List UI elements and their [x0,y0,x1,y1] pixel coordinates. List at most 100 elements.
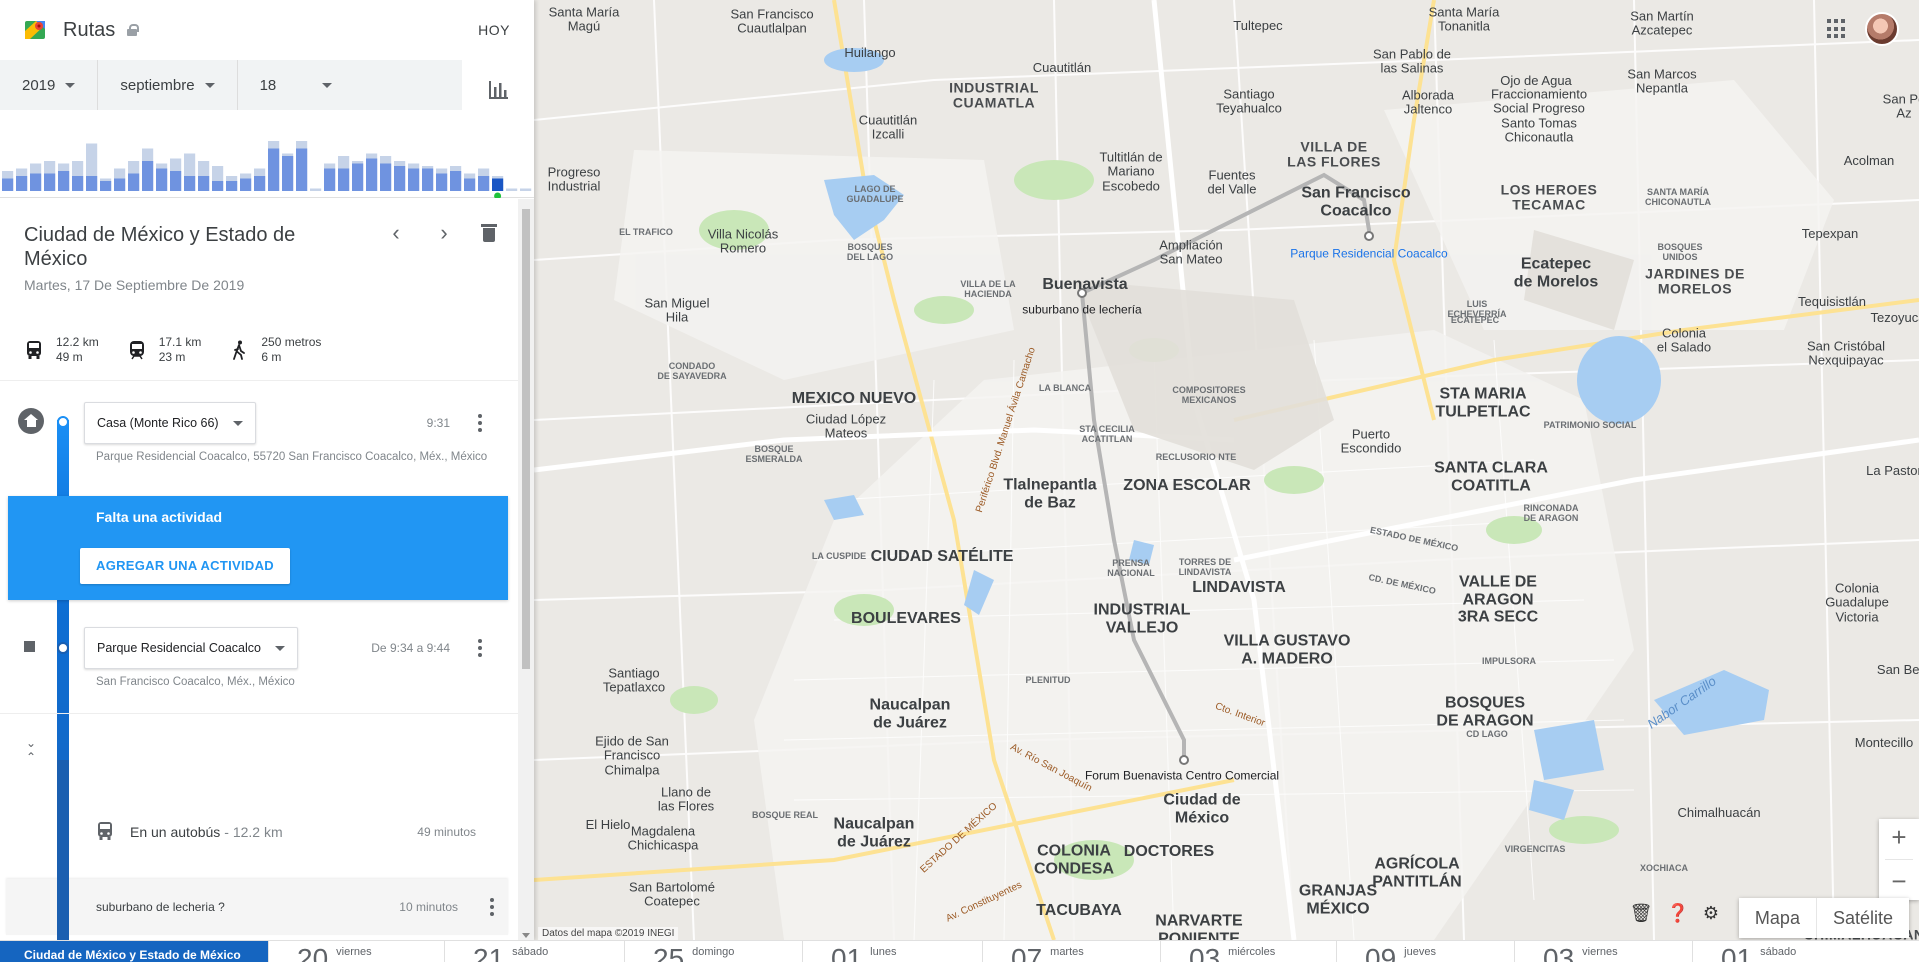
stop-time[interactable]: De 9:34 a 9:44 [371,641,450,655]
map-label-tlalnepantla: Tlalnepantla de Baz [1003,476,1097,511]
day-dropdown[interactable]: 18 [236,60,383,110]
histogram-bar-highlight[interactable] [492,178,504,192]
map-label-colonia-guadalupe: Colonia Guadalupe Victoria [1825,580,1889,625]
strip-active-day[interactable]: Ciudad de México y Estado de México [0,941,268,962]
home-icon [18,408,44,434]
map-type-satellite-button[interactable]: Satélite [1815,898,1909,938]
top-bar: Rutas HOY [0,0,534,60]
strip-day-item[interactable]: 01 lunes [802,941,982,962]
stop-place-select[interactable]: Parque Residencial Coacalco [84,627,298,669]
zoom-out-button[interactable]: − [1891,866,1906,897]
histogram-bar[interactable] [506,188,518,192]
histogram-bar-highlight[interactable] [58,171,70,191]
strip-day-item[interactable]: 21 sábado [444,941,624,962]
map-label-fuentes-del-valle: Fuentes del Valle [1207,167,1257,197]
histogram-bar-highlight[interactable] [86,176,98,191]
strip-day-item[interactable]: 07 martes [982,941,1160,962]
histogram-bar-highlight[interactable] [72,176,84,191]
panel-scrollbar[interactable] [518,199,534,940]
strip-day-item[interactable]: 03 miércoles [1160,941,1336,962]
strip-day-item[interactable]: 09 jueves [1336,941,1514,962]
home-more-icon[interactable] [478,414,482,432]
year-dropdown[interactable]: 2019 [0,60,97,110]
histogram-bar-highlight[interactable] [324,168,336,192]
stop-icon [24,641,35,652]
map-action-icons: 🗑 ❓ ⚙ [1630,903,1719,924]
activity-histogram[interactable] [0,110,534,198]
add-activity-button[interactable]: AGREGAR UNA ACTIVIDAD [80,548,290,584]
map-label-jardines-morelos: JARDINES DE MORELOS [1645,265,1745,297]
histogram-bar-highlight[interactable] [2,178,14,192]
home-place-select[interactable]: Casa (Monte Rico 66) [84,402,256,444]
suburbano-more-icon[interactable] [490,898,494,916]
histogram-bar-highlight[interactable] [100,181,112,191]
scrollbar-thumb[interactable] [522,209,530,669]
histogram-bar-highlight[interactable] [338,168,350,192]
suburbano-segment[interactable]: suburbano de lecheria ? 10 minutos [6,879,508,935]
histogram-bar-highlight[interactable] [380,163,392,192]
chevron-up-icon[interactable]: ⌃ [26,750,36,764]
map-label-los-heroes: LOS HEROES TECAMAC [1500,181,1598,213]
stop-more-icon[interactable] [478,639,482,657]
trash-map-icon[interactable]: 🗑 [1630,903,1653,924]
bus-segment[interactable]: En un autobús - 12.2 km 49 minutos [96,820,476,844]
histogram-bar-highlight[interactable] [352,163,364,192]
histogram-bar-highlight[interactable] [436,173,448,192]
histogram-bar-highlight[interactable] [142,161,154,191]
histogram-bar-highlight[interactable] [212,181,224,191]
chevron-down-icon[interactable]: ⌄ [26,736,36,750]
map-label-patrimonio-social: PATRIMONIO SOCIAL [1543,420,1637,431]
map-label-santa-clara: SANTA CLARA COATITLA [1434,459,1548,494]
histogram-bar-highlight[interactable] [44,173,56,192]
histogram-bar-highlight[interactable] [184,176,196,191]
histogram-bar-highlight[interactable] [282,156,294,191]
histogram-bar-highlight[interactable] [240,178,252,192]
histogram-bar-highlight[interactable] [198,176,210,191]
map-label-san-francisco-cuautlalpan: San Francisco Cuautlalpan [730,6,814,36]
timeline: Casa (Monte Rico 66) 9:31 Parque Residen… [0,199,520,940]
histogram-bar-highlight[interactable] [366,158,378,192]
strip-day-item[interactable]: 25 domingo [624,941,802,962]
histogram-bar-highlight[interactable] [128,173,140,192]
strip-day-item[interactable]: 01 sábado [1692,941,1872,962]
strip-day-name: viernes [1582,946,1618,958]
histogram-bar[interactable] [310,188,322,192]
help-icon[interactable]: ❓ [1666,903,1688,924]
histogram-bar-highlight[interactable] [478,176,490,191]
histogram-bar-highlight[interactable] [464,178,476,192]
histogram-bar-highlight[interactable] [394,166,406,191]
histogram-chart[interactable] [0,110,534,198]
histogram-bar-highlight[interactable] [408,168,420,192]
month-dropdown[interactable]: septiembre [97,60,236,110]
histogram-bar-highlight[interactable] [114,178,126,192]
map-label-plenitud: PLENITUD [1025,675,1071,686]
map-label-doctores: DOCTORES [1123,843,1215,861]
strip-day-item[interactable]: 20 viernes [268,941,444,962]
histogram-bar-highlight[interactable] [16,176,28,191]
histogram-bar-highlight[interactable] [170,171,182,191]
histogram-bar[interactable] [520,188,532,192]
map-label-santa-maria-tonanitla: Santa María Tonanitla [1428,4,1500,34]
panel-scroll-area[interactable]: Ciudad de México y Estado de México Mart… [0,199,534,940]
histogram-bar-highlight[interactable] [30,173,42,192]
zoom-in-button[interactable]: + [1891,822,1906,853]
histogram-bar-highlight[interactable] [268,148,280,192]
map-label-naucalpan-2: Naucalpan de Juárez [833,815,915,850]
avatar[interactable] [1865,12,1899,46]
apps-grid-icon[interactable] [1827,19,1847,39]
zoom-divider [1885,859,1913,860]
histogram-bar-highlight[interactable] [254,176,266,191]
strip-day-item[interactable]: 03 viernes [1514,941,1692,962]
today-button[interactable]: HOY [478,22,510,38]
scroll-down-arrow-icon[interactable] [522,933,530,938]
settings-icon[interactable]: ⚙ [1703,903,1719,924]
map-type-map-button[interactable]: Mapa [1739,898,1816,938]
histogram-bar-highlight[interactable] [156,168,168,192]
histogram-bar-highlight[interactable] [450,171,462,191]
histogram-bar-highlight[interactable] [226,181,238,191]
histogram-bar-highlight[interactable] [422,168,434,192]
strip-day-number: 03 [1189,943,1221,962]
map-view[interactable]: Santa María Magú San Francisco Cuautlalpan T… [534,0,1919,940]
histogram-bar-highlight[interactable] [296,148,308,192]
home-time[interactable]: 9:31 [427,416,450,430]
